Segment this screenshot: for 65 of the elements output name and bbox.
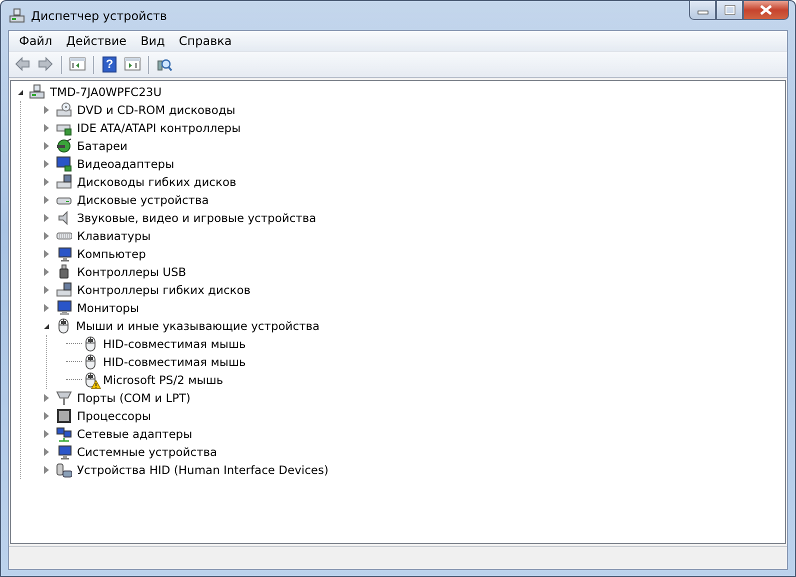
tree-item[interactable]: Видеоадаптеры bbox=[77, 157, 174, 171]
tree-item[interactable]: Компьютер bbox=[77, 247, 146, 261]
tree-item[interactable]: Мониторы bbox=[77, 301, 140, 315]
expand-arrow-icon[interactable] bbox=[44, 304, 49, 312]
tree-item[interactable]: Клавиатуры bbox=[77, 229, 151, 243]
tree-item[interactable]: Устройства HID (Human Interface Devices) bbox=[77, 463, 328, 477]
expand-arrow-icon[interactable] bbox=[44, 196, 49, 204]
tree-item[interactable]: Звуковые, видео и игровые устройства bbox=[77, 211, 316, 225]
collapse-arrow-icon[interactable] bbox=[18, 90, 23, 94]
expand-arrow-icon[interactable] bbox=[44, 268, 49, 276]
port-icon bbox=[56, 390, 72, 406]
processor-chip-icon bbox=[56, 408, 72, 424]
expand-arrow-icon[interactable] bbox=[44, 448, 49, 456]
minimize-button[interactable] bbox=[689, 1, 716, 20]
computer-icon bbox=[9, 8, 25, 24]
expand-arrow-icon[interactable] bbox=[44, 214, 49, 222]
tree-item[interactable]: HID-совместимая мышь bbox=[103, 355, 246, 369]
tree-item[interactable]: Microsoft PS/2 мышь bbox=[103, 373, 224, 387]
tree-item[interactable]: Контроллеры USB bbox=[77, 265, 186, 279]
close-icon bbox=[759, 5, 773, 15]
expand-arrow-icon[interactable] bbox=[44, 286, 49, 294]
tree-item[interactable]: Системные устройства bbox=[77, 445, 218, 459]
expand-arrow-icon[interactable] bbox=[44, 430, 49, 438]
menu-item[interactable]: Файл bbox=[12, 34, 60, 48]
menu-item[interactable]: Действие bbox=[59, 34, 134, 48]
expand-arrow-icon[interactable] bbox=[44, 466, 49, 474]
optical-drive-icon bbox=[56, 102, 72, 118]
tree-item[interactable]: DVD и CD-ROM дисководы bbox=[77, 103, 236, 117]
monitor-icon bbox=[56, 246, 72, 262]
collapse-arrow-icon[interactable] bbox=[44, 324, 49, 328]
monitor-icon bbox=[56, 444, 72, 460]
tree-item[interactable]: Мыши и иные указывающие устройства bbox=[76, 319, 320, 333]
expand-arrow-icon[interactable] bbox=[44, 106, 49, 114]
menu-item[interactable]: Справка bbox=[172, 34, 239, 48]
tree-item[interactable]: Дисковые устройства bbox=[77, 193, 209, 207]
close-button[interactable] bbox=[743, 1, 789, 20]
floppy-drive-icon bbox=[56, 282, 72, 298]
hid-device-icon bbox=[56, 462, 72, 478]
tree-item[interactable]: TMD-7JA0WPFC23U bbox=[50, 85, 162, 99]
tree-item[interactable]: Батареи bbox=[77, 139, 128, 153]
expand-arrow-icon[interactable] bbox=[44, 124, 49, 132]
display-adapter-icon bbox=[56, 156, 72, 172]
expand-arrow-icon[interactable] bbox=[44, 232, 49, 240]
tree-item[interactable]: Дисководы гибких дисков bbox=[77, 175, 236, 189]
menu-item[interactable]: Вид bbox=[134, 34, 172, 48]
tree-item[interactable]: IDE ATA/ATAPI контроллеры bbox=[77, 121, 241, 135]
monitor-icon bbox=[56, 300, 72, 316]
expand-arrow-icon[interactable] bbox=[44, 250, 49, 258]
tree-item[interactable]: HID-совместимая мышь bbox=[103, 337, 246, 351]
expand-arrow-icon[interactable] bbox=[44, 178, 49, 186]
expand-arrow-icon[interactable] bbox=[44, 394, 49, 402]
maximize-icon bbox=[724, 5, 736, 15]
floppy-drive-icon bbox=[56, 174, 72, 190]
tree-item[interactable]: Процессоры bbox=[77, 409, 151, 423]
expand-arrow-icon[interactable] bbox=[44, 142, 49, 150]
expand-arrow-icon[interactable] bbox=[44, 412, 49, 420]
tree-item[interactable]: Порты (COM и LPT) bbox=[77, 391, 191, 405]
battery-icon bbox=[56, 138, 72, 154]
expand-arrow-icon[interactable] bbox=[44, 160, 49, 168]
tree-item[interactable]: Сетевые адаптеры bbox=[77, 427, 192, 441]
maximize-button[interactable] bbox=[716, 1, 743, 20]
computer-icon bbox=[29, 84, 45, 100]
network-icon bbox=[56, 426, 72, 442]
window-title: Диспетчер устройств bbox=[31, 8, 168, 22]
tree-item[interactable]: Контроллеры гибких дисков bbox=[77, 283, 251, 297]
